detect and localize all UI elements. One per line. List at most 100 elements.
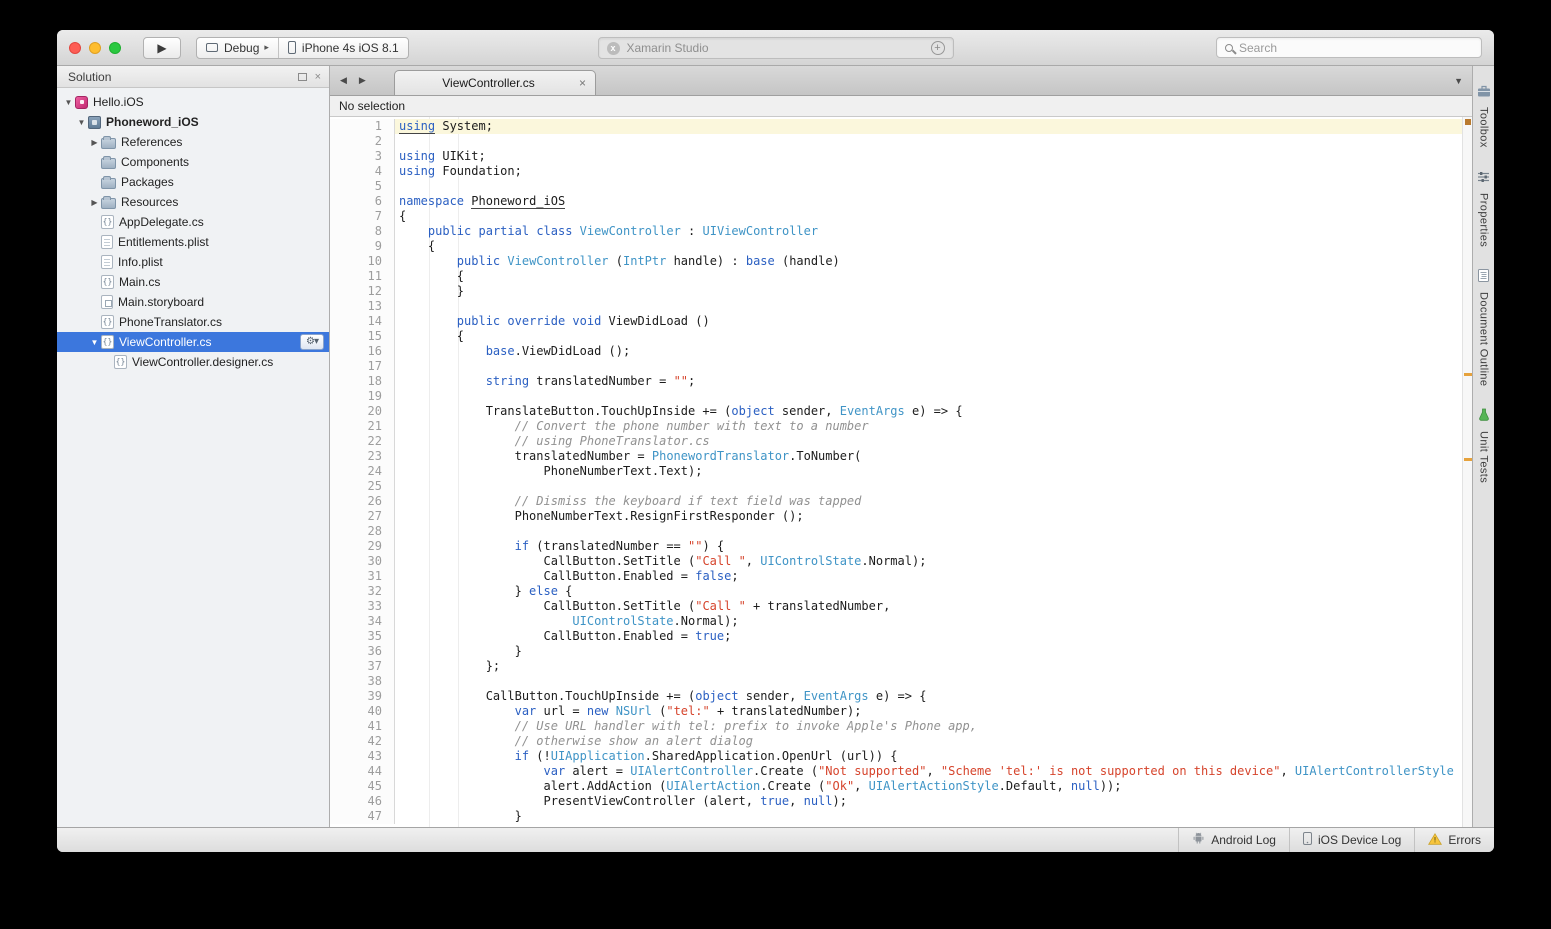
code-line[interactable]: 33 CallButton.SetTitle ("Call " + transl… — [330, 599, 1462, 614]
code-line[interactable]: 20 TranslateButton.TouchUpInside += (obj… — [330, 404, 1462, 419]
collapse-arrow-icon[interactable]: ▼ — [62, 98, 75, 107]
line-number[interactable]: 28 — [330, 524, 395, 539]
code-text[interactable]: public partial class ViewController : UI… — [395, 224, 1462, 239]
code-text[interactable]: var alert = UIAlertController.Create ("N… — [395, 764, 1462, 779]
code-line[interactable]: 14 public override void ViewDidLoad () — [330, 314, 1462, 329]
code-text[interactable]: }; — [395, 659, 1462, 674]
line-number[interactable]: 6 — [330, 194, 395, 209]
line-number[interactable]: 27 — [330, 509, 395, 524]
pad-tab-unit-tests[interactable]: Unit Tests — [1478, 408, 1490, 483]
navigate-forward-button[interactable]: ▶ — [359, 75, 366, 86]
line-number[interactable]: 30 — [330, 554, 395, 569]
navigate-back-button[interactable]: ◀ — [340, 75, 347, 86]
code-line[interactable]: 18 string translatedNumber = ""; — [330, 374, 1462, 389]
ios-device-log-button[interactable]: iOS Device Log — [1289, 828, 1414, 852]
tree-item-resources[interactable]: ▶Resources — [57, 192, 329, 212]
code-line[interactable]: 10 public ViewController (IntPtr handle)… — [330, 254, 1462, 269]
line-number[interactable]: 3 — [330, 149, 395, 164]
line-number[interactable]: 21 — [330, 419, 395, 434]
code-text[interactable]: { — [395, 329, 1462, 344]
code-line[interactable]: 39 CallButton.TouchUpInside += (object s… — [330, 689, 1462, 704]
code-line[interactable]: 36 } — [330, 644, 1462, 659]
code-text[interactable]: alert.AddAction (UIAlertAction.Create ("… — [395, 779, 1462, 794]
line-number[interactable]: 2 — [330, 134, 395, 149]
code-text[interactable]: // Convert the phone number with text to… — [395, 419, 1462, 434]
tree-item-packages[interactable]: Packages — [57, 172, 329, 192]
line-number[interactable]: 8 — [330, 224, 395, 239]
code-text[interactable]: namespace Phoneword_iOS — [395, 194, 1462, 209]
collapse-arrow-icon[interactable]: ▼ — [75, 118, 88, 127]
code-line[interactable]: 25 — [330, 479, 1462, 494]
code-text[interactable]: CallButton.TouchUpInside += (object send… — [395, 689, 1462, 704]
code-text[interactable]: if (!UIApplication.SharedApplication.Ope… — [395, 749, 1462, 764]
line-number[interactable]: 24 — [330, 464, 395, 479]
tree-item-references[interactable]: ▶References — [57, 132, 329, 152]
line-number[interactable]: 46 — [330, 794, 395, 809]
line-number[interactable]: 37 — [330, 659, 395, 674]
code-line[interactable]: 27 PhoneNumberText.ResignFirstResponder … — [330, 509, 1462, 524]
device-selector[interactable]: iPhone 4s iOS 8.1 — [279, 38, 408, 58]
code-text[interactable]: } — [395, 644, 1462, 659]
code-line[interactable]: 3using UIKit; — [330, 149, 1462, 164]
android-log-button[interactable]: Android Log — [1178, 828, 1289, 852]
code-line[interactable]: 23 translatedNumber = PhonewordTranslato… — [330, 449, 1462, 464]
line-number[interactable]: 22 — [330, 434, 395, 449]
code-line[interactable]: 16 base.ViewDidLoad (); — [330, 344, 1462, 359]
errors-button[interactable]: Errors — [1414, 828, 1494, 852]
code-text[interactable]: if (translatedNumber == "") { — [395, 539, 1462, 554]
tree-item-main-cs[interactable]: {}Main.cs — [57, 272, 329, 292]
code-text[interactable]: } — [395, 809, 1462, 824]
line-number[interactable]: 16 — [330, 344, 395, 359]
line-number[interactable]: 40 — [330, 704, 395, 719]
code-line[interactable]: 11 { — [330, 269, 1462, 284]
tree-item-appdelegate-cs[interactable]: {}AppDelegate.cs — [57, 212, 329, 232]
code-editor[interactable]: 1using System;23using UIKit;4using Found… — [330, 117, 1472, 827]
expand-arrow-icon[interactable]: ▶ — [88, 138, 101, 147]
code-text[interactable] — [395, 359, 1462, 374]
close-window-button[interactable] — [69, 42, 81, 54]
operations-icon[interactable]: + — [931, 41, 945, 55]
code-line[interactable]: 47 } — [330, 809, 1462, 824]
run-button[interactable]: ▶ — [143, 37, 181, 59]
code-line[interactable]: 12 } — [330, 284, 1462, 299]
line-number[interactable]: 11 — [330, 269, 395, 284]
code-line[interactable]: 8 public partial class ViewController : … — [330, 224, 1462, 239]
code-text[interactable]: // otherwise show an alert dialog — [395, 734, 1462, 749]
pad-tab-toolbox[interactable]: Toolbox — [1477, 84, 1491, 148]
code-text[interactable]: // Dismiss the keyboard if text field wa… — [395, 494, 1462, 509]
code-text[interactable]: // using PhoneTranslator.cs — [395, 434, 1462, 449]
line-number[interactable]: 36 — [330, 644, 395, 659]
code-text[interactable]: using System; — [395, 119, 1462, 134]
code-line[interactable]: 15 { — [330, 329, 1462, 344]
code-line[interactable]: 45 alert.AddAction (UIAlertAction.Create… — [330, 779, 1462, 794]
code-text[interactable] — [395, 134, 1462, 149]
row-options-gear-button[interactable]: ⚙▾ — [300, 334, 324, 350]
tree-item-phonetranslator-cs[interactable]: {}PhoneTranslator.cs — [57, 312, 329, 332]
line-number[interactable]: 31 — [330, 569, 395, 584]
line-number[interactable]: 17 — [330, 359, 395, 374]
code-line[interactable]: 4using Foundation; — [330, 164, 1462, 179]
tree-item-info-plist[interactable]: Info.plist — [57, 252, 329, 272]
line-number[interactable]: 39 — [330, 689, 395, 704]
line-number[interactable]: 20 — [330, 404, 395, 419]
code-line[interactable]: 42 // otherwise show an alert dialog — [330, 734, 1462, 749]
line-number[interactable]: 18 — [330, 374, 395, 389]
code-lines[interactable]: 1using System;23using UIKit;4using Found… — [330, 117, 1462, 827]
code-line[interactable]: 17 — [330, 359, 1462, 374]
code-line[interactable]: 41 // Use URL handler with tel: prefix t… — [330, 719, 1462, 734]
line-number[interactable]: 33 — [330, 599, 395, 614]
code-line[interactable]: 2 — [330, 134, 1462, 149]
code-line[interactable]: 5 — [330, 179, 1462, 194]
line-number[interactable]: 7 — [330, 209, 395, 224]
code-text[interactable]: TranslateButton.TouchUpInside += (object… — [395, 404, 1462, 419]
close-pad-icon[interactable]: × — [315, 72, 321, 82]
code-text[interactable]: using Foundation; — [395, 164, 1462, 179]
code-line[interactable]: 21 // Convert the phone number with text… — [330, 419, 1462, 434]
line-number[interactable]: 29 — [330, 539, 395, 554]
code-text[interactable]: var url = new NSUrl ("tel:" + translated… — [395, 704, 1462, 719]
code-line[interactable]: 46 PresentViewController (alert, true, n… — [330, 794, 1462, 809]
overview-ruler[interactable] — [1462, 117, 1472, 827]
code-line[interactable]: 26 // Dismiss the keyboard if text field… — [330, 494, 1462, 509]
line-number[interactable]: 1 — [330, 119, 395, 134]
search-field[interactable]: Search — [1216, 37, 1482, 58]
